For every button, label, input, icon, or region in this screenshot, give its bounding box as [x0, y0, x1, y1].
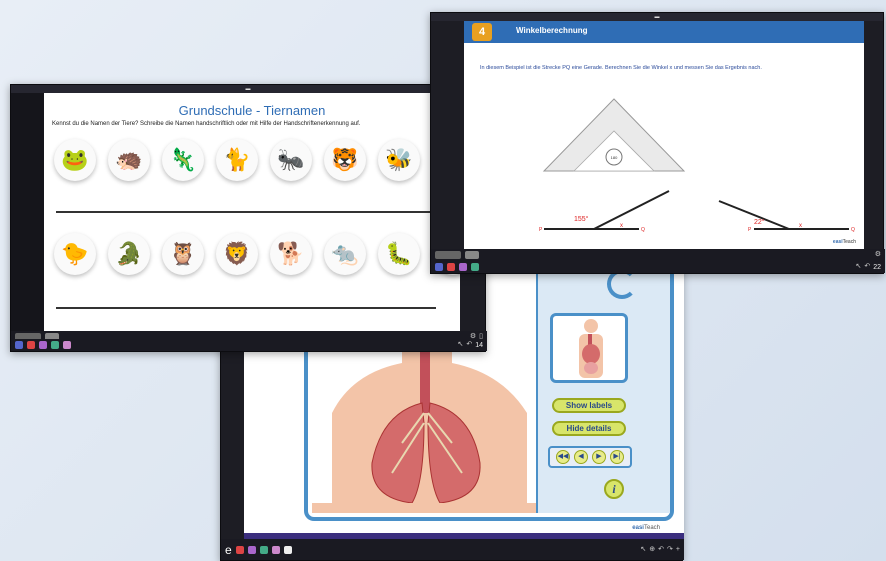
- torso-icon: [579, 319, 603, 378]
- e-logo-icon[interactable]: e: [225, 544, 232, 556]
- header-bar: 4 Winkelberechnung: [464, 21, 864, 43]
- lungs-taskbar: e ↖ ⊕ ↶ ↷ +: [221, 539, 684, 560]
- frog-icon[interactable]: 🐸: [54, 139, 96, 181]
- media-controls: ◀◀ ◀ ▶ ▶|: [548, 446, 632, 468]
- brand-logo: easiTeach: [832, 239, 856, 245]
- angle-diagram: 180 155° x P Q 22° x P Q: [539, 98, 855, 233]
- tiger-icon[interactable]: 🐯: [324, 139, 366, 181]
- winkel-toolbar: ⚙: [431, 249, 885, 261]
- instruction-text: Kennst du die Namen der Tiere? Schreibe …: [52, 121, 361, 127]
- owl-icon[interactable]: 🦉: [162, 233, 204, 275]
- skip-forward-icon[interactable]: ▶|: [610, 450, 624, 464]
- color-select[interactable]: [465, 251, 479, 259]
- show-labels-button[interactable]: Show labels: [552, 398, 626, 413]
- tiere-window: ▬ Grundschule - Tiernamen Kennst du die …: [10, 84, 487, 352]
- window-titlebar: ▬: [431, 13, 883, 21]
- q-right-label: Q: [851, 227, 855, 233]
- shapes-icon[interactable]: [51, 341, 59, 349]
- set-square-icon[interactable]: 180: [542, 98, 686, 172]
- bee-icon[interactable]: 🐝: [378, 139, 420, 181]
- q-left-label: Q: [641, 227, 645, 233]
- brand-logo: easiTeach: [632, 525, 660, 531]
- shapes-icon[interactable]: [259, 545, 268, 554]
- instruction-text: In diesem Beispiel ist die Strecke PQ ei…: [480, 65, 762, 71]
- text-icon[interactable]: [459, 263, 467, 271]
- app-logo-icon: 4: [472, 23, 492, 41]
- angle-right-label: 22°: [754, 218, 765, 226]
- page-number: 14: [475, 341, 483, 349]
- x-left-label: x: [620, 223, 623, 229]
- notes-icon[interactable]: [283, 545, 292, 554]
- window-titlebar: ▬: [11, 85, 485, 93]
- page-number: 22: [873, 263, 881, 271]
- winkel-screen: 4 Winkelberechnung In diesem Beispiel is…: [464, 21, 864, 249]
- animal-row-2: 🐤 🐊 🦉 🦁 🐕 🐀 🐛 🦂: [54, 233, 460, 275]
- lizard-icon[interactable]: 🦎: [162, 139, 204, 181]
- text-icon[interactable]: [247, 545, 256, 554]
- chick-icon[interactable]: 🐤: [54, 233, 96, 275]
- pen-icon[interactable]: [27, 341, 35, 349]
- writing-line-1[interactable]: [56, 211, 446, 213]
- undo-icon[interactable]: ↶: [658, 545, 664, 555]
- lion-icon[interactable]: 🦁: [216, 233, 258, 275]
- shapes-icon[interactable]: [471, 263, 479, 271]
- angle-left-label: 155°: [574, 215, 589, 223]
- gallery-icon[interactable]: [271, 545, 280, 554]
- p-left-label: P: [539, 227, 543, 233]
- play-icon[interactable]: ▶: [592, 450, 606, 464]
- step-back-icon[interactable]: ◀: [574, 450, 588, 464]
- cursor-icon[interactable]: ↖: [855, 262, 861, 272]
- settings-icon[interactable]: ⚙: [875, 250, 881, 260]
- tiere-screen: Grundschule - Tiernamen Kennst du die Na…: [44, 93, 460, 331]
- animal-row-1: 🐸 🦔 🦎 🐈 🐜 🐯 🐝: [54, 139, 420, 181]
- gallery-icon[interactable]: [63, 341, 71, 349]
- app-icon[interactable]: [435, 263, 443, 271]
- zoom-icon[interactable]: ⊕: [649, 545, 655, 555]
- winkel-window: ▬ 4 Winkelberechnung In diesem Beispiel …: [430, 12, 885, 274]
- page-title: Grundschule - Tiernamen: [178, 103, 326, 118]
- pen-icon[interactable]: [447, 263, 455, 271]
- pen-icon[interactable]: [235, 545, 244, 554]
- add-page-icon[interactable]: +: [676, 545, 680, 555]
- caterpillar-icon[interactable]: 🐛: [378, 233, 420, 275]
- cursor-icon[interactable]: ↖: [457, 340, 463, 350]
- info-button[interactable]: i: [604, 479, 624, 499]
- page-title: Winkelberechnung: [516, 26, 588, 35]
- redo-icon[interactable]: ↷: [667, 545, 673, 555]
- hedgehog-icon[interactable]: 🦔: [108, 139, 150, 181]
- tiere-taskbar: ↖ ↶ 14: [11, 339, 487, 351]
- side-strip: [11, 93, 44, 331]
- p-right-label: P: [748, 227, 752, 233]
- hide-details-button[interactable]: Hide details: [552, 421, 626, 436]
- dog-icon[interactable]: 🐕: [270, 233, 312, 275]
- pen-select[interactable]: [435, 251, 461, 259]
- undo-icon[interactable]: ↶: [466, 340, 472, 350]
- x-right-label: x: [799, 223, 802, 229]
- app-icon[interactable]: [15, 341, 23, 349]
- body-thumbnail[interactable]: [550, 313, 628, 383]
- svg-text:180: 180: [611, 155, 618, 160]
- rewind-icon[interactable]: ◀◀: [556, 450, 570, 464]
- writing-line-2[interactable]: [56, 307, 436, 309]
- rat-icon[interactable]: 🐀: [324, 233, 366, 275]
- side-panel: Show labels Hide details ◀◀ ◀ ▶ ▶| i: [538, 263, 670, 513]
- cat-icon[interactable]: 🐈: [216, 139, 258, 181]
- ray-left: [593, 190, 670, 230]
- crocodile-icon[interactable]: 🐊: [108, 233, 150, 275]
- cursor-icon[interactable]: ↖: [640, 545, 646, 555]
- ant-icon[interactable]: 🐜: [270, 139, 312, 181]
- undo-icon[interactable]: ↶: [864, 262, 870, 272]
- winkel-taskbar: ↖ ↶ 22: [431, 261, 885, 273]
- text-icon[interactable]: [39, 341, 47, 349]
